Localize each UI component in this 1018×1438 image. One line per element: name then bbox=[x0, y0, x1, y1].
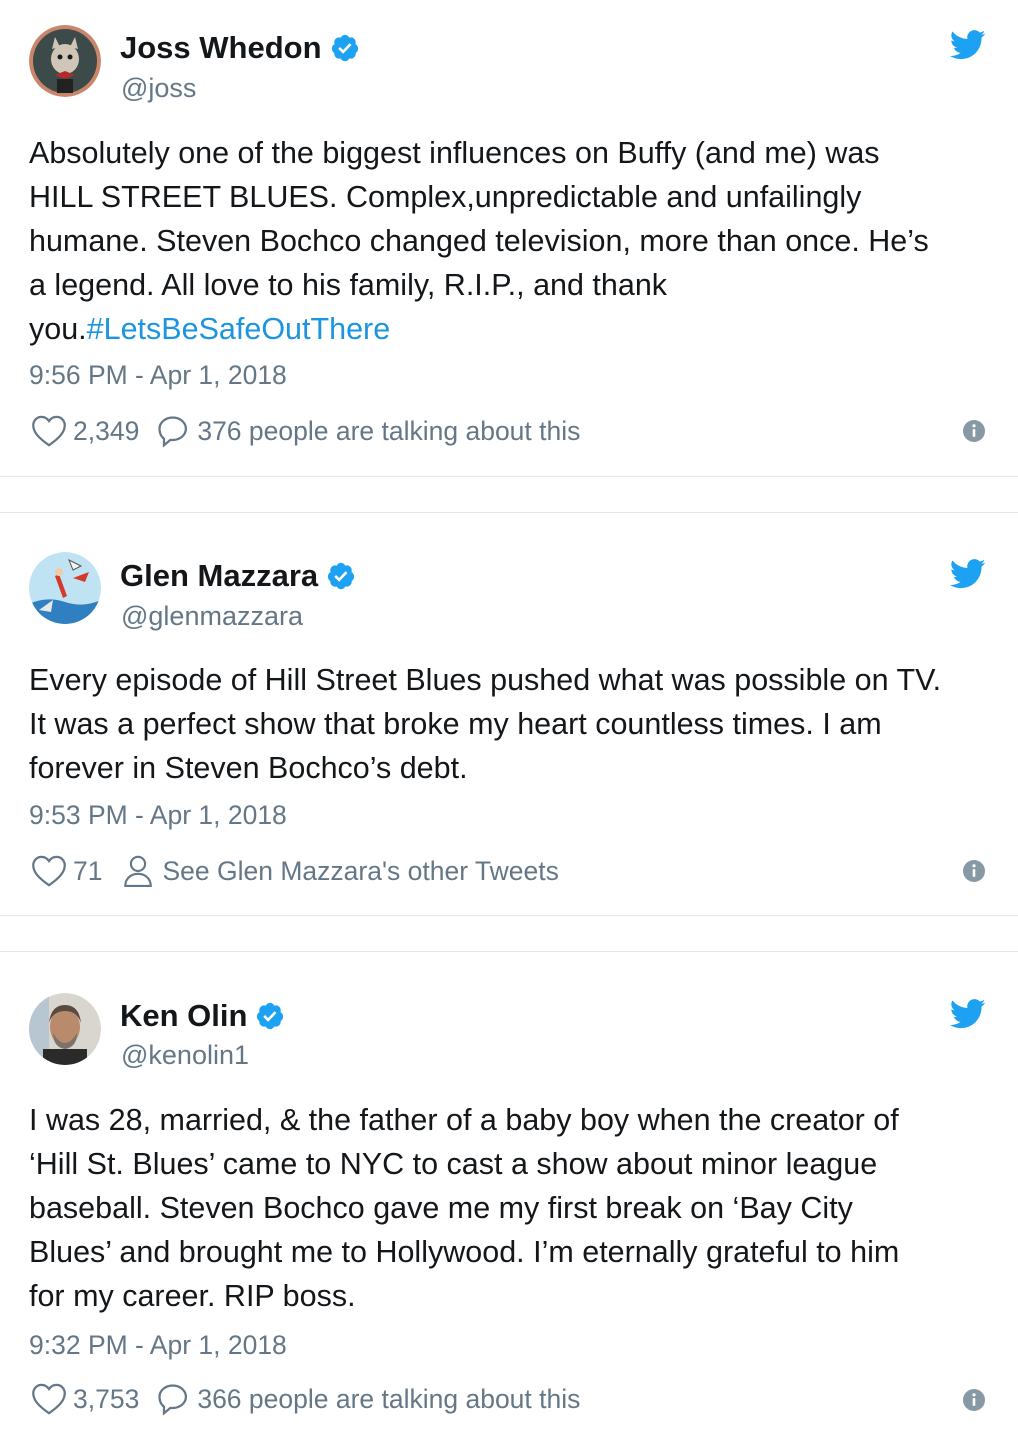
author-name[interactable]: Glen Mazzara bbox=[120, 558, 318, 594]
like-button[interactable]: 3,753 bbox=[31, 1382, 139, 1416]
info-icon[interactable] bbox=[962, 1388, 986, 1412]
tweet-timestamp[interactable]: 9:53 PM - Apr 1, 2018 bbox=[29, 799, 287, 831]
conversation-link[interactable]: 376 people are talking about this bbox=[155, 414, 580, 448]
tweet-text: I was 28, married, & the father of a bab… bbox=[29, 1103, 900, 1313]
tweet-card: Glen Mazzara @glenmazzara Every episode … bbox=[0, 512, 1018, 914]
heart-icon bbox=[32, 1383, 66, 1415]
avatar[interactable] bbox=[29, 25, 101, 97]
conversation-label: 376 people are talking about this bbox=[197, 415, 581, 446]
avatar[interactable] bbox=[29, 552, 101, 624]
conversation-link[interactable]: 366 people are talking about this bbox=[155, 1382, 580, 1416]
verified-badge-icon bbox=[257, 1002, 284, 1030]
like-count: 3,753 bbox=[73, 1383, 140, 1414]
tweet-card: Ken Olin @kenolin1 I was 28, married, & … bbox=[0, 951, 1018, 1438]
like-count: 2,349 bbox=[73, 415, 140, 446]
tweet-card: Joss Whedon @joss Absolutely one of the … bbox=[0, 0, 1018, 476]
avatar[interactable] bbox=[29, 993, 101, 1065]
tweet-actions: 71 See Glen Mazzara's other Tweets bbox=[31, 854, 559, 888]
tweet-text: Absolutely one of the biggest influences… bbox=[29, 131, 994, 351]
info-icon[interactable] bbox=[962, 859, 986, 883]
author-handle[interactable]: @glenmazzara bbox=[121, 600, 303, 632]
other-tweets-link[interactable]: See Glen Mazzara's other Tweets bbox=[122, 854, 559, 888]
twitter-bird-icon[interactable] bbox=[950, 30, 986, 60]
person-icon bbox=[124, 855, 153, 887]
author-name[interactable]: Ken Olin bbox=[120, 998, 247, 1034]
hashtag-link[interactable]: #LetsBeSafeOutThere bbox=[87, 312, 391, 346]
heart-icon bbox=[32, 415, 66, 447]
tweet-text: Every episode of Hill Street Blues pushe… bbox=[29, 663, 942, 785]
verified-badge-icon bbox=[327, 562, 355, 590]
tweet-timestamp[interactable]: 9:32 PM - Apr 1, 2018 bbox=[29, 1329, 287, 1361]
divider bbox=[0, 915, 1018, 916]
twitter-bird-icon[interactable] bbox=[950, 999, 986, 1029]
reply-bubble-icon bbox=[158, 416, 188, 448]
like-button[interactable]: 2,349 bbox=[31, 414, 139, 448]
author-handle[interactable]: @kenolin1 bbox=[121, 1039, 249, 1071]
tweet-actions: 3,753 366 people are talking about this bbox=[31, 1382, 580, 1416]
tweet-actions: 2,349 376 people are talking about this bbox=[31, 414, 580, 448]
like-button[interactable]: 71 bbox=[31, 854, 102, 888]
twitter-bird-icon[interactable] bbox=[950, 559, 986, 589]
author-name[interactable]: Joss Whedon bbox=[120, 30, 322, 66]
conversation-label: 366 people are talking about this bbox=[197, 1383, 581, 1414]
author-handle[interactable]: @joss bbox=[121, 72, 196, 104]
verified-badge-icon bbox=[331, 34, 358, 62]
reply-bubble-icon bbox=[158, 1384, 188, 1416]
other-tweets-label: See Glen Mazzara's other Tweets bbox=[162, 855, 559, 886]
divider bbox=[0, 476, 1018, 477]
like-count: 71 bbox=[73, 855, 103, 886]
tweet-timestamp[interactable]: 9:56 PM - Apr 1, 2018 bbox=[29, 359, 287, 391]
info-icon[interactable] bbox=[962, 419, 986, 443]
heart-icon bbox=[32, 855, 66, 887]
